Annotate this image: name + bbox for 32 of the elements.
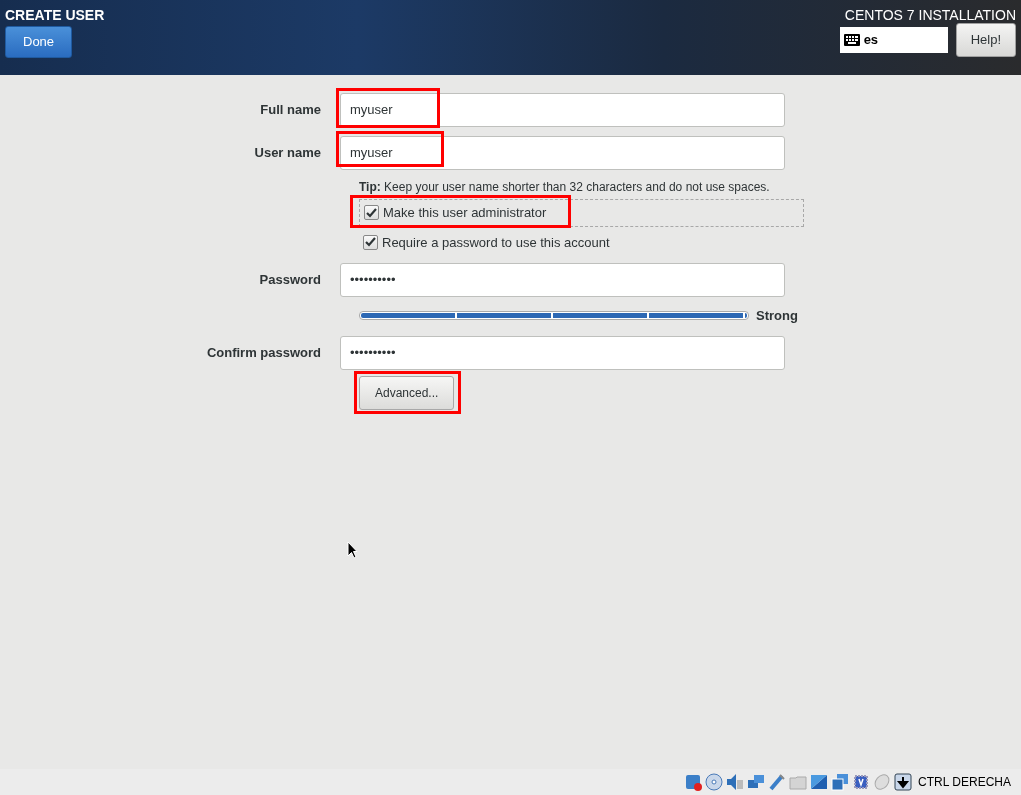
field-value: •••••••••• <box>350 271 396 290</box>
chip-icon[interactable] <box>852 773 871 791</box>
display-icon[interactable] <box>810 773 829 791</box>
checkbox-option[interactable]: Require a password to use this account <box>359 229 804 255</box>
field-label: Full name <box>259 101 322 120</box>
strength-reading: Strong <box>756 307 798 325</box>
network-icon[interactable] <box>747 773 766 791</box>
speaker-icon[interactable] <box>726 773 745 791</box>
text-field[interactable]: •••••••••• <box>340 335 785 370</box>
keyboard-layout-indicator[interactable]: es <box>839 26 948 53</box>
product-title: CENTOS 7 INSTALLATION <box>844 8 1016 22</box>
checkbox-option[interactable]: Make this user administrator <box>359 199 804 227</box>
help-button[interactable]: Help! <box>955 23 1016 57</box>
text-field[interactable]: •••••••••• <box>340 263 785 297</box>
tip-text: Tip: Keep your user name shorter than 32 characters and do not use spaces. <box>359 179 770 196</box>
field-value: myuser <box>350 101 393 120</box>
field-label: Confirm password <box>205 343 322 362</box>
advanced-button[interactable]: Advanced... <box>359 375 455 410</box>
screen-title: CREATE USER <box>5 8 105 22</box>
host-key-label: CTRL DERECHA <box>918 774 1011 791</box>
keyboard-layout-code: es <box>863 31 879 49</box>
field-label: User name <box>253 144 322 163</box>
checkbox[interactable] <box>364 205 379 221</box>
checkbox[interactable] <box>363 234 378 250</box>
mouse-pointer-icon <box>347 541 358 559</box>
optical-disc-icon[interactable] <box>705 773 724 791</box>
field-value: •••••••••• <box>350 343 396 362</box>
field-value: myuser <box>350 144 393 163</box>
field-label: Password <box>258 271 322 290</box>
keyboard-icon <box>843 33 860 46</box>
done-button[interactable]: Done <box>5 26 73 58</box>
windows-stack-icon[interactable] <box>831 773 850 791</box>
